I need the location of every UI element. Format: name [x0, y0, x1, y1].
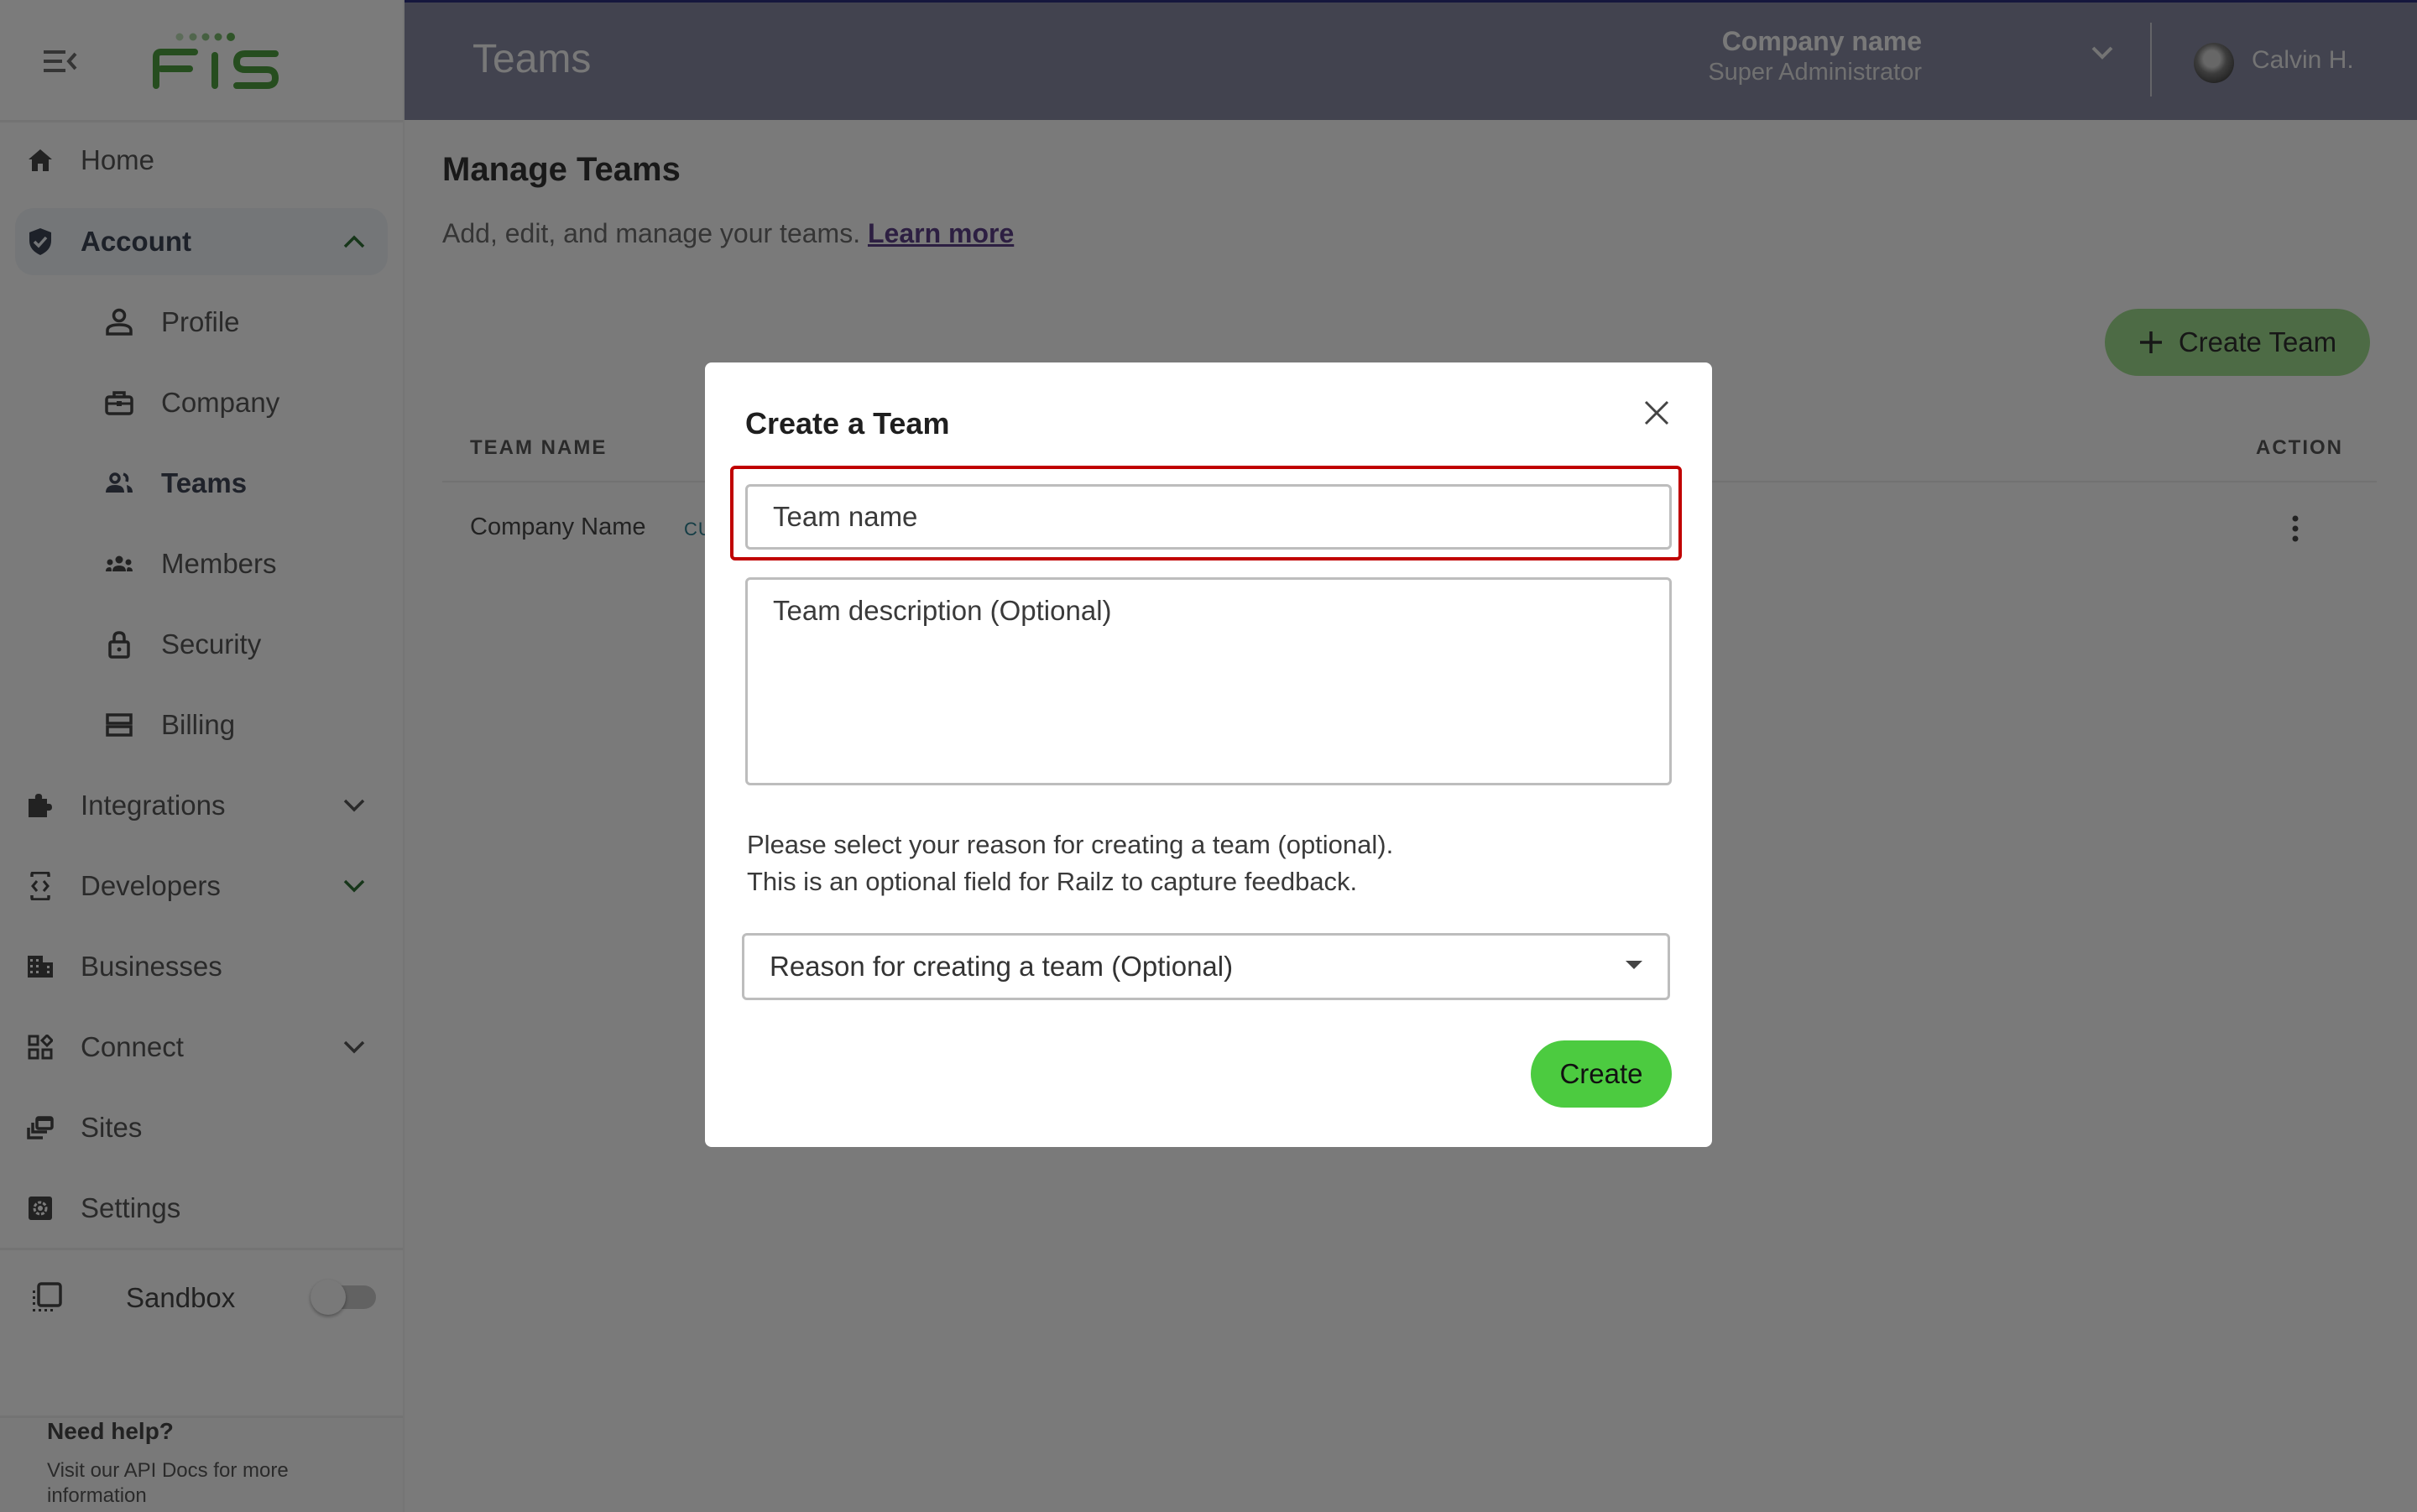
helper-line-2: This is an optional field for Railz to c… [747, 867, 1358, 896]
create-team-dialog: Create a Team Please select your reason … [705, 362, 1712, 1147]
reason-helper-text: Please select your reason for creating a… [747, 826, 1393, 900]
dialog-title: Create a Team [745, 406, 950, 441]
close-icon[interactable] [1638, 394, 1675, 431]
team-description-textarea[interactable] [745, 577, 1672, 785]
dropdown-arrow-icon [1626, 961, 1642, 969]
create-button[interactable]: Create [1531, 1040, 1672, 1108]
reason-select[interactable]: Reason for creating a team (Optional) [742, 933, 1670, 1000]
reason-select-value: Reason for creating a team (Optional) [770, 951, 1234, 982]
team-name-input[interactable] [745, 484, 1672, 550]
helper-line-1: Please select your reason for creating a… [747, 830, 1394, 859]
